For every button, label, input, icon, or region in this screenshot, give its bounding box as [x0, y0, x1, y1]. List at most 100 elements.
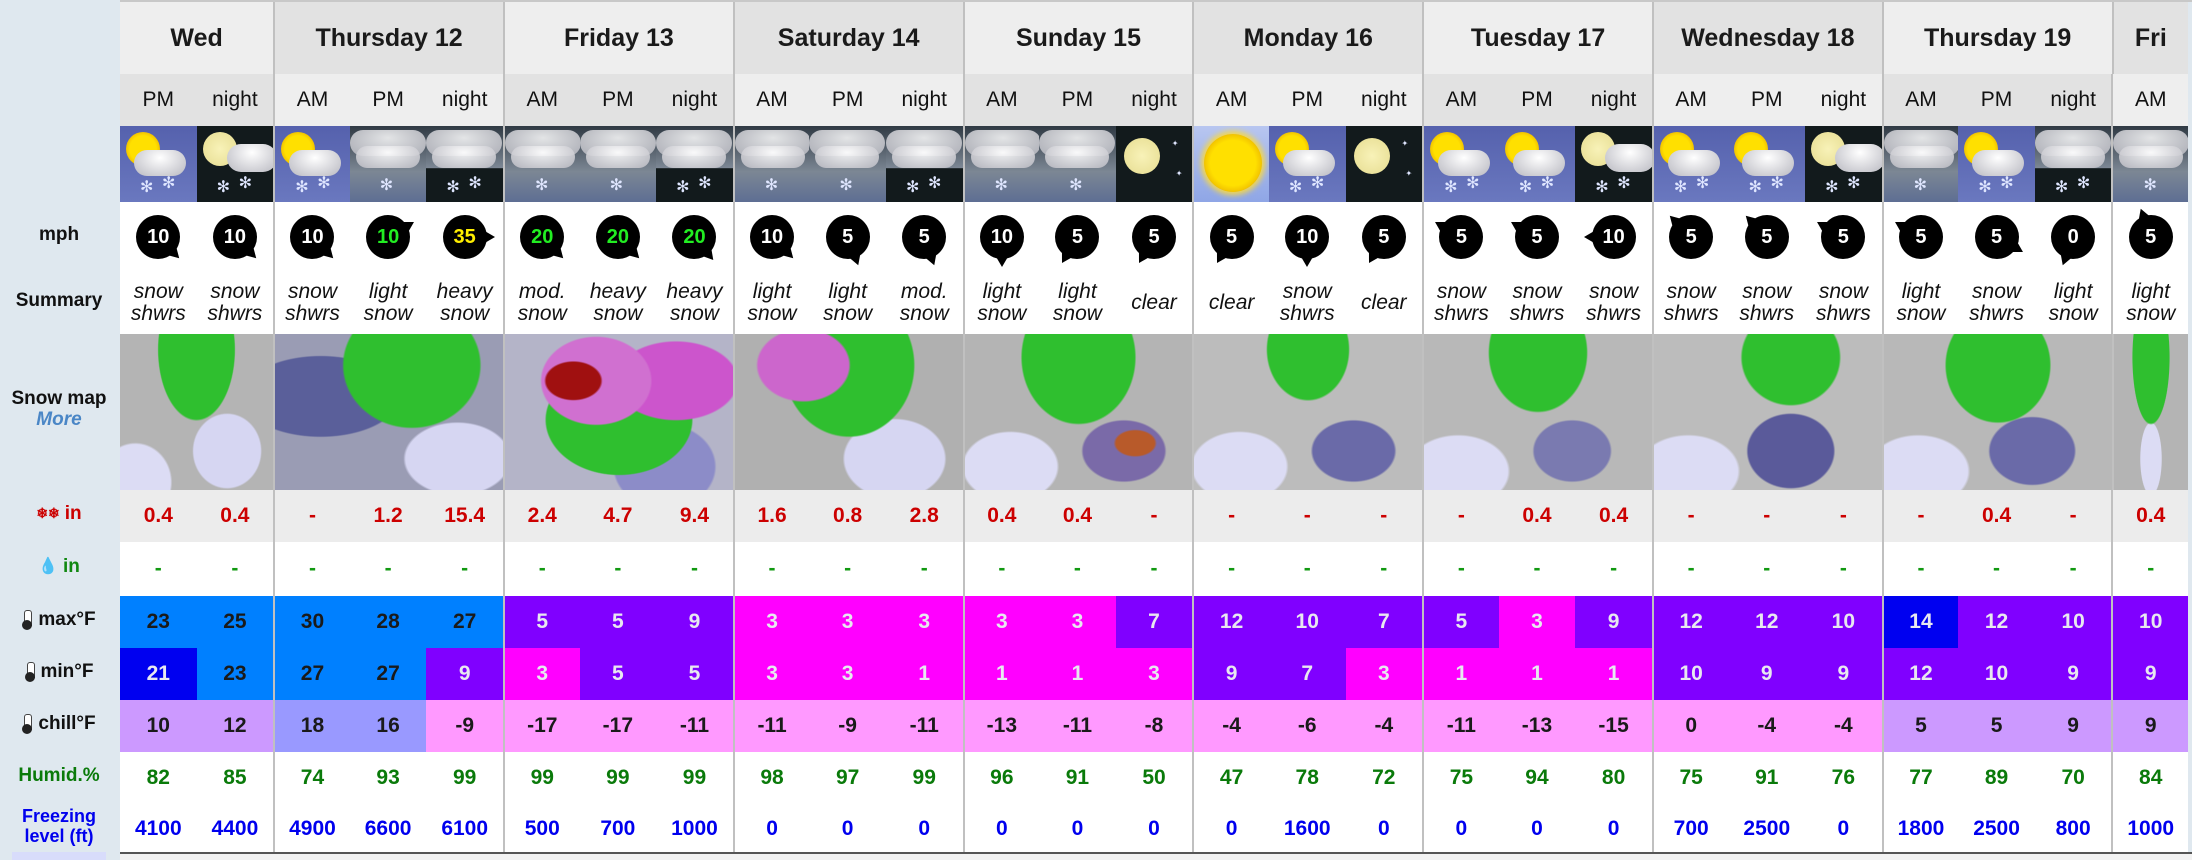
weather-summary: snow shwrs	[1728, 272, 1806, 334]
chill-temp: -4	[1805, 700, 1882, 752]
snow-map-image[interactable]	[273, 334, 503, 490]
min-temp: 21	[120, 648, 197, 700]
wind-direction-icon: 5	[2128, 206, 2173, 259]
rain-amount: -	[732, 542, 810, 596]
summary-text: snow	[1512, 279, 1562, 303]
day-header: Thursday 19	[1881, 2, 2112, 74]
wind-speed: 35	[442, 215, 487, 259]
day-header: Tuesday 17	[1422, 2, 1652, 74]
freezing-level: 0	[962, 804, 1040, 854]
summary-text: heavy	[436, 279, 493, 303]
summary-text: light	[982, 279, 1022, 303]
wind-cell: 5	[1805, 202, 1882, 272]
weather-summary: snow shwrs	[1575, 272, 1652, 334]
wind-row: 10 10 10 10 35 20 20 20 10 5 5 10 5 5 5 10 5 5 5 10 5 5 5 5 5 0 5	[120, 202, 2189, 272]
snow-map-image[interactable]	[1422, 334, 1652, 490]
max-temp: 3	[962, 596, 1040, 648]
rain-amount: -	[196, 542, 274, 596]
rain-amount: -	[579, 542, 657, 596]
forecast-grid: Wed Thursday 12 Friday 13 Saturday 14 Sunday…	[120, 0, 2192, 854]
freezing-level: 0	[1192, 804, 1269, 854]
wind-direction-icon: 20	[520, 215, 569, 264]
wind-direction-icon: 5	[1507, 215, 1559, 259]
wind-cell: 20	[656, 202, 733, 272]
summary-row: snow shwrs snow shwrs snow shwrs light snow heav…	[120, 272, 2189, 334]
snow-amount: -	[1422, 490, 1499, 542]
summary-text: shwrs	[207, 302, 263, 325]
summary-text: shwrs	[130, 302, 186, 325]
period-label: PM	[120, 74, 197, 126]
wind-cell: 5	[809, 202, 886, 272]
summary-text: snow	[823, 302, 873, 325]
summary-text: snow	[210, 279, 260, 303]
snow-map-texture	[1424, 334, 1652, 490]
wind-cell: 10	[196, 202, 274, 272]
humidity: 99	[579, 752, 657, 804]
summary-text: mod.	[900, 279, 948, 303]
summary-text: light	[368, 279, 408, 303]
freezing-level: 0	[1575, 804, 1652, 854]
summary-text: snow	[363, 302, 413, 325]
wind-cell: 5	[1498, 202, 1576, 272]
weather-icon-cell: ✻ ✻	[2034, 126, 2112, 202]
snow-map-image[interactable]	[962, 334, 1193, 490]
weather-summary: snow shwrs	[1805, 272, 1882, 334]
weather-icon-cell: ✻ ✻	[1805, 126, 1882, 202]
snow-amount: 0.4	[120, 490, 197, 542]
snow-map-texture	[734, 334, 963, 490]
snow-map-image[interactable]	[120, 334, 274, 490]
humidity: 89	[1958, 752, 2035, 804]
snow-map-image[interactable]	[502, 334, 733, 490]
max-temp: 27	[426, 596, 503, 648]
overcast-snow-icon: ✻	[809, 126, 886, 202]
weather-icon-cell: ✻ ✻	[885, 126, 963, 202]
freezing-level: 0	[1039, 804, 1116, 854]
overcast-night-snow-icon: ✻ ✻	[885, 126, 963, 202]
snow-map-image[interactable]	[732, 334, 963, 490]
max-temp: 10	[2111, 596, 2189, 648]
snow-map-image[interactable]	[1881, 334, 2112, 490]
moon-cloud-snow-icon: ✻ ✻	[196, 126, 274, 202]
max-temp: 3	[1498, 596, 1576, 648]
snow-map-image[interactable]	[1651, 334, 1882, 490]
max-temp: 9	[1575, 596, 1652, 648]
chill-temp: -13	[962, 700, 1040, 752]
label-max-temp: max°F	[0, 594, 118, 646]
snow-amount: 0.4	[1039, 490, 1116, 542]
snow-map-image[interactable]	[2111, 334, 2189, 490]
period-label: PM	[1268, 74, 1346, 126]
wind-direction-icon: 5	[1891, 215, 1943, 259]
snow-map-texture	[1653, 334, 1882, 490]
snow-map-more-link[interactable]: More	[36, 409, 81, 431]
min-temp: 27	[349, 648, 427, 700]
max-temp: 3	[885, 596, 963, 648]
freezing-level: 1000	[2111, 804, 2189, 854]
snow-map-image[interactable]	[1192, 334, 1423, 490]
humidity: 93	[349, 752, 427, 804]
chill-temp-row: 10 12 18 16 -9 -17 -17 -11 -11 -9 -11 -13 -11 -8 -4 -6-…	[120, 700, 2189, 752]
period-label: AM	[1881, 74, 1959, 126]
period-label: PM	[1728, 74, 1806, 126]
period-label: night	[196, 74, 274, 126]
label-rain-in: 💧 in	[38, 555, 80, 577]
chill-temp: -13	[1498, 700, 1576, 752]
freezing-level: 4900	[273, 804, 350, 854]
wind-direction-icon: 5	[1740, 210, 1789, 259]
summary-text: shwrs	[1663, 302, 1719, 325]
wind-cell: 5	[2111, 202, 2189, 272]
summary-text: heavy	[589, 279, 646, 303]
period-label: AM	[1192, 74, 1269, 126]
max-temp: 3	[1039, 596, 1116, 648]
wind-speed: 10	[750, 215, 795, 259]
wind-speed: 10	[136, 215, 181, 259]
weather-icon-row: ✻ ✻ ✻ ✻ ✻ ✻ ✻ ✻ ✻ ✻ ✻ ✻ ✻ ✻ ✻ ✻ ✻ ✻ ✻ ✦ …	[120, 126, 2189, 202]
label-chill-temp: chill°F	[0, 698, 118, 750]
snow-amount: -	[1192, 490, 1269, 542]
weather-icon-cell: ✦ ✦	[1115, 126, 1193, 202]
chill-temp: -11	[1422, 700, 1499, 752]
freezing-level: 4100	[120, 804, 197, 854]
freezing-level: 0	[1422, 804, 1499, 854]
chill-temp: -4	[1345, 700, 1423, 752]
max-temp: 10	[1268, 596, 1346, 648]
freezing-level: 0	[1498, 804, 1576, 854]
